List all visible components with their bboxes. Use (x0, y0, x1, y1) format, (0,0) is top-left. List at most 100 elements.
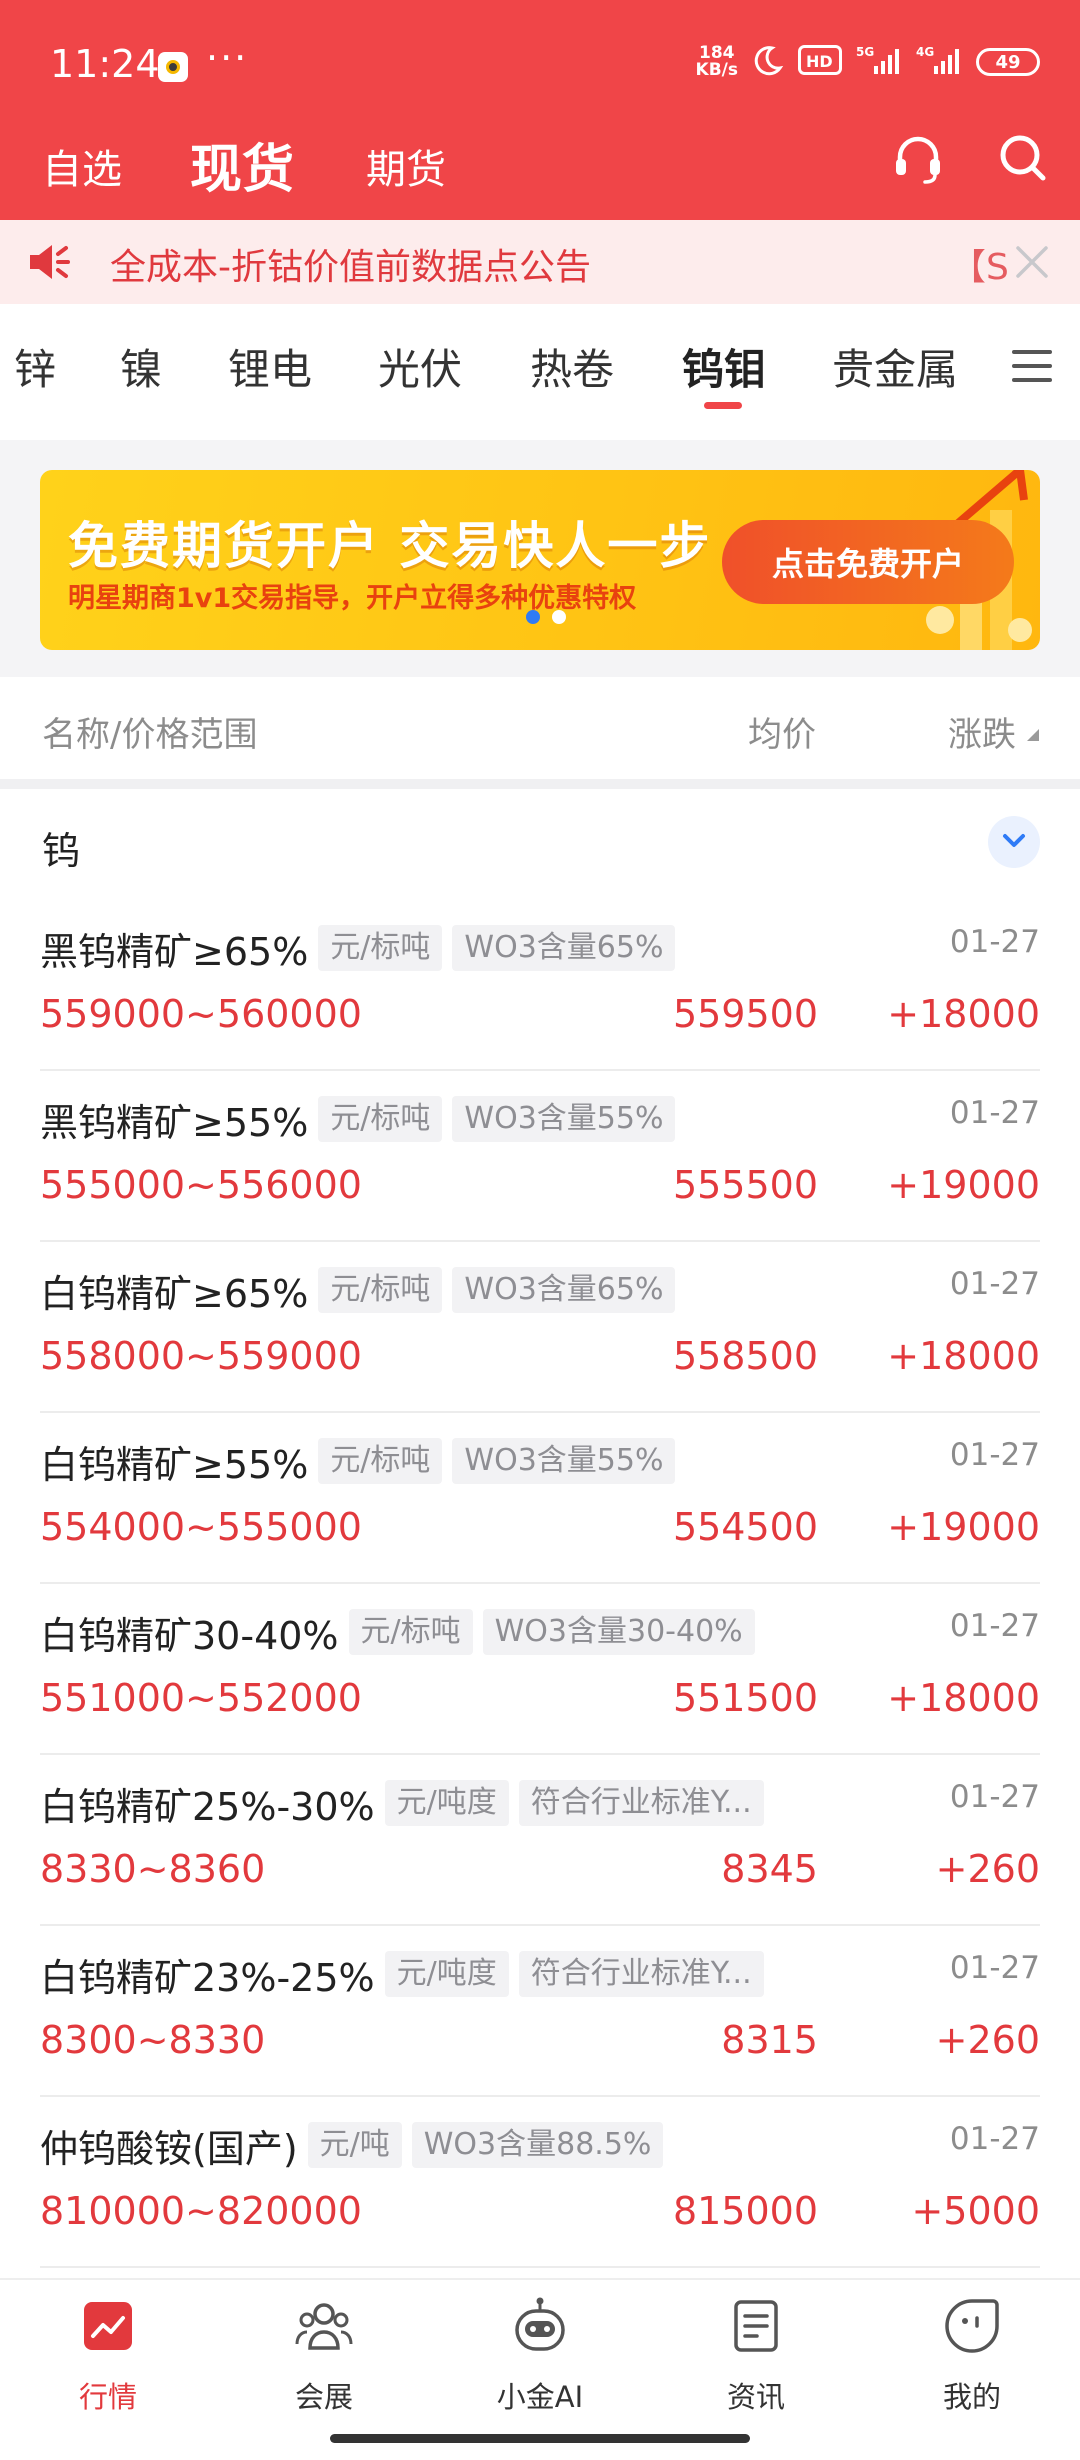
category-photovoltaic[interactable]: 光伏 (378, 336, 462, 397)
price-range: 559000~560000 (40, 992, 362, 1036)
sort-icon[interactable] (1026, 727, 1040, 746)
column-average-price[interactable]: 均价 (748, 707, 816, 756)
average-price: 558500 (672, 1334, 818, 1378)
price-change: +19000 (887, 1505, 1040, 1549)
average-price: 8345 (721, 1847, 818, 1891)
price-date: 01-27 (949, 1095, 1040, 1131)
category-lithium-battery[interactable]: 锂电 (228, 336, 312, 397)
price-date: 01-27 (949, 1266, 1040, 1302)
price-range: 555000~556000 (40, 1163, 362, 1207)
price-date: 01-27 (949, 1437, 1040, 1473)
nav-exhibitions[interactable]: 会展 (244, 2288, 404, 2416)
price-change: +260 (935, 2018, 1040, 2062)
svg-text:4G: 4G (916, 45, 934, 59)
bottom-nav: 行情 会展 小金AI 资讯 我的 (0, 2278, 1080, 2460)
app-notification-icon (158, 52, 188, 82)
group-title-tungsten[interactable]: 钨 (42, 820, 80, 875)
table-row[interactable]: 黑钨精矿≥65% 元/标吨 WO3含量65% 01-27 559000~5600… (0, 900, 1080, 1071)
banner-title: 免费期货开户 交易快人一步 (68, 517, 712, 575)
category-nickel[interactable]: 镍 (120, 336, 162, 397)
spec-tag: WO3含量55% (452, 1096, 676, 1142)
nav-label: 资讯 (726, 2380, 785, 2414)
price-date: 01-27 (949, 924, 1040, 960)
carousel-indicator (526, 610, 566, 624)
profile-face-icon (943, 2297, 1001, 2359)
price-date: 01-27 (949, 1779, 1040, 1815)
table-row[interactable]: 仲钨酸铵(国产) 元/吨 WO3含量88.5% 01-27 810000~820… (0, 2097, 1080, 2268)
unit-tag: 元/标吨 (318, 1096, 443, 1142)
table-row[interactable]: 白钨精矿23%-25% 元/吨度 符合行业标准Y... 01-27 8300~8… (0, 1926, 1080, 2097)
status-indicators: 184 KB/s HD 5G 4G 49 (696, 44, 1040, 80)
nav-news[interactable]: 资讯 (676, 2288, 836, 2416)
signal-5g-icon: 5G (856, 44, 902, 80)
nav-ai-assistant[interactable]: 小金AI (460, 2288, 620, 2416)
promo-banner[interactable]: 免费期货开户 交易快人一步 明星期商1v1交易指导，开户立得多种优惠特权 点击免… (40, 470, 1040, 650)
price-range: 8330~8360 (40, 1847, 266, 1891)
spec-tag: WO3含量88.5% (411, 2122, 664, 2168)
average-price: 8315 (721, 2018, 818, 2062)
average-price: 815000 (672, 2189, 818, 2233)
price-range: 8300~8330 (40, 2018, 266, 2062)
table-row[interactable]: 白钨精矿25%-30% 元/吨度 符合行业标准Y... 01-27 8330~8… (0, 1755, 1080, 1926)
table-row[interactable]: 白钨精矿≥55% 元/标吨 WO3含量55% 01-27 554000~5550… (0, 1413, 1080, 1584)
home-indicator[interactable] (330, 2434, 750, 2443)
price-change: +5000 (911, 2189, 1040, 2233)
close-icon[interactable] (1012, 242, 1052, 286)
table-row[interactable]: 白钨精矿30-40% 元/标吨 WO3含量30-40% 01-27 551000… (0, 1584, 1080, 1755)
price-date: 01-27 (949, 1950, 1040, 1986)
price-list: 黑钨精矿≥65% 元/标吨 WO3含量65% 01-27 559000~5600… (0, 900, 1080, 2268)
column-change[interactable]: 涨跌 (948, 707, 1016, 756)
announcement-next-text: 【S (950, 247, 1009, 288)
product-name: 黑钨精矿≥55% (40, 1100, 309, 1145)
product-name: 白钨精矿25%-30% (40, 1784, 375, 1829)
category-precious-metals[interactable]: 贵金属 (832, 336, 958, 397)
price-change: +18000 (887, 992, 1040, 1036)
collapse-group-button[interactable] (988, 816, 1040, 868)
price-change: +18000 (887, 1676, 1040, 1720)
open-account-button[interactable]: 点击免费开户 (722, 520, 1014, 604)
average-price: 559500 (672, 992, 818, 1036)
table-row[interactable]: 白钨精矿≥65% 元/标吨 WO3含量65% 01-27 558000~5590… (0, 1242, 1080, 1413)
average-price: 551500 (672, 1676, 818, 1720)
price-date: 01-27 (949, 1608, 1040, 1644)
tab-watchlist[interactable]: 自选 (42, 137, 122, 195)
table-row[interactable]: 黑钨精矿≥55% 元/标吨 WO3含量55% 01-27 555000~5560… (0, 1071, 1080, 1242)
price-range: 810000~820000 (40, 2189, 362, 2233)
category-tungsten-molybdenum[interactable]: 钨钼 (682, 336, 766, 397)
spec-tag: 符合行业标准Y... (518, 1780, 764, 1826)
tab-futures[interactable]: 期货 (366, 137, 446, 195)
carousel-dot (552, 610, 566, 624)
search-icon[interactable] (996, 131, 1052, 191)
nav-market[interactable]: 行情 (28, 2288, 188, 2416)
robot-icon (509, 2295, 571, 2361)
category-zinc[interactable]: 锌 (14, 336, 56, 397)
announcement-text[interactable]: 全成本-折钴价值前数据点公告 (110, 238, 591, 290)
unit-tag: 元/标吨 (318, 1438, 443, 1484)
customer-service-icon[interactable] (890, 131, 946, 191)
nav-profile[interactable]: 我的 (892, 2288, 1052, 2416)
price-change: +260 (935, 1847, 1040, 1891)
menu-icon[interactable] (1012, 348, 1052, 388)
svg-text:HD: HD (806, 52, 833, 71)
unit-tag: 元/标吨 (318, 925, 443, 971)
speaker-icon (26, 240, 74, 288)
product-name: 白钨精矿≥55% (40, 1442, 309, 1487)
chart-trend-icon (82, 2300, 134, 2356)
battery-icon: 49 (976, 48, 1040, 76)
price-date: 01-27 (949, 2121, 1040, 2157)
top-nav: 自选 现货 期货 (0, 115, 1080, 215)
price-range: 558000~559000 (40, 1334, 362, 1378)
category-hot-rolled-coil[interactable]: 热卷 (530, 336, 614, 397)
unit-tag: 元/吨度 (384, 1780, 509, 1826)
tab-spot[interactable]: 现货 (190, 127, 294, 202)
table-header: 名称/价格范围 均价 涨跌 (0, 677, 1080, 779)
announcement-bar[interactable]: 全成本-折钴价值前数据点公告 【S (0, 220, 1080, 304)
carousel-dot-active (526, 610, 540, 624)
nav-label: 会展 (294, 2380, 353, 2414)
average-price: 554500 (672, 1505, 818, 1549)
hd-icon: HD (798, 45, 842, 79)
chevron-down-icon (1001, 831, 1027, 853)
average-price: 555500 (672, 1163, 818, 1207)
nav-label: 小金AI (496, 2380, 584, 2414)
product-name: 白钨精矿23%-25% (40, 1955, 375, 2000)
